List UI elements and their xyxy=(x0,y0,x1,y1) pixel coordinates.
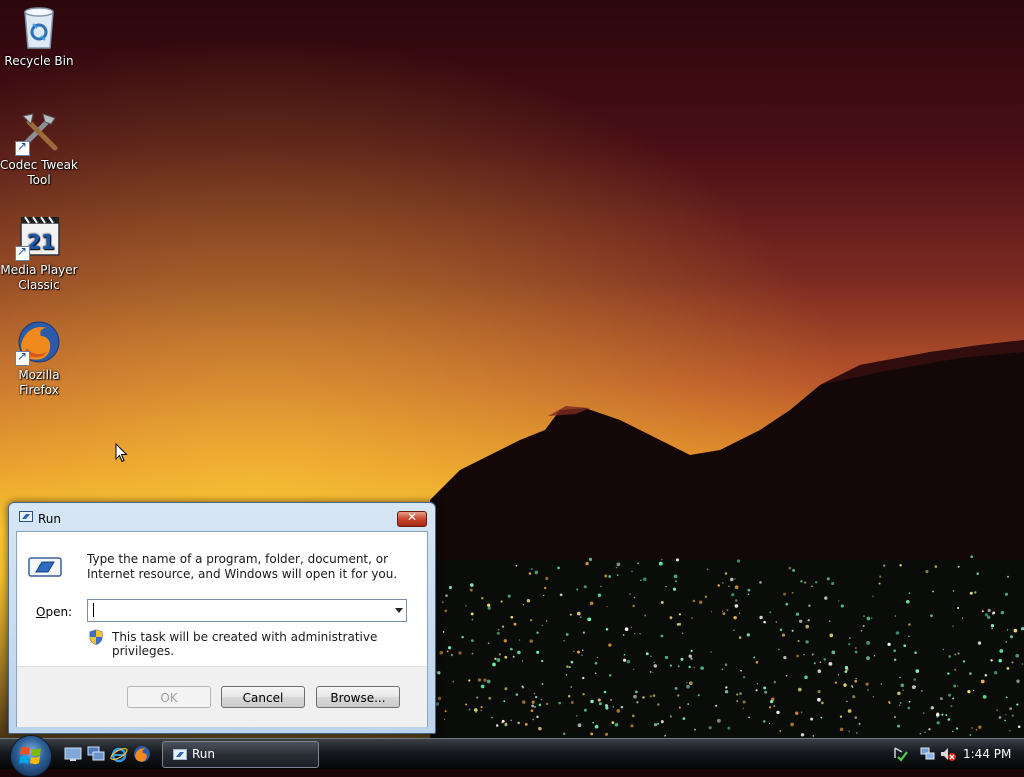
ok-button[interactable]: OK xyxy=(127,686,211,708)
dialog-titlebar[interactable]: Run ✕ xyxy=(9,503,435,531)
desktop-icon-label: Codec Tweak Tool xyxy=(0,158,78,187)
recycle-bin-icon xyxy=(15,4,63,52)
text-caret xyxy=(93,603,94,617)
admin-privileges-note: This task will be created with administr… xyxy=(112,630,378,658)
dialog-title: Run xyxy=(38,512,62,526)
volume-muted-icon[interactable] xyxy=(940,746,956,762)
taskbar: Run 1:44 PM xyxy=(0,735,1024,777)
desktop-icon-label: Mozilla Firefox xyxy=(18,368,60,397)
start-button[interactable] xyxy=(10,735,52,777)
tools-icon xyxy=(15,108,63,156)
taskbar-button-label: Run xyxy=(192,747,216,761)
run-icon xyxy=(173,749,187,760)
firefox-icon xyxy=(15,318,63,366)
run-icon xyxy=(19,511,33,522)
windows-logo-icon xyxy=(19,746,41,765)
system-tray: 1:44 PM xyxy=(884,739,1024,769)
open-label: Open: xyxy=(36,605,72,619)
svg-text:21: 21 xyxy=(27,230,55,254)
open-label-suffix: pen: xyxy=(45,605,73,619)
network-check-icon[interactable] xyxy=(892,746,908,762)
shortcut-arrow-icon xyxy=(15,349,30,366)
network-icon[interactable] xyxy=(920,746,936,762)
desktop-icon-media-player-classic[interactable]: 21 Media Player Classic xyxy=(0,213,78,293)
desktop-icon-label: Media Player Classic xyxy=(0,263,78,292)
desktop-icon-label: Recycle Bin xyxy=(4,54,74,68)
uac-shield-icon xyxy=(89,629,103,645)
taskbar-clock[interactable]: 1:44 PM xyxy=(963,747,1011,761)
desktop-icon-recycle-bin[interactable]: Recycle Bin xyxy=(0,4,78,69)
media-player-icon: 21 xyxy=(15,213,63,261)
open-input[interactable] xyxy=(90,601,390,618)
cancel-button[interactable]: Cancel xyxy=(221,686,305,708)
browse-button[interactable]: Browse... xyxy=(316,686,400,708)
run-program-icon xyxy=(28,557,62,577)
firefox-icon[interactable] xyxy=(133,745,151,763)
shortcut-arrow-icon xyxy=(15,244,30,261)
switch-windows-icon[interactable] xyxy=(87,745,105,763)
desktop-icon-mozilla-firefox[interactable]: Mozilla Firefox xyxy=(0,318,78,398)
dropdown-arrow-icon[interactable] xyxy=(390,600,406,621)
shortcut-arrow-icon xyxy=(15,139,30,156)
mouse-cursor-icon xyxy=(115,442,129,466)
open-combobox[interactable] xyxy=(87,599,407,622)
run-dialog[interactable]: Run ✕ Type the name of a program, folder… xyxy=(8,502,436,734)
desktop-icon-codec-tweak-tool[interactable]: Codec Tweak Tool xyxy=(0,108,78,188)
dialog-description: Type the name of a program, folder, docu… xyxy=(87,552,398,581)
taskbar-button-run[interactable]: Run xyxy=(162,741,319,768)
close-button[interactable]: ✕ xyxy=(397,510,427,527)
close-icon: ✕ xyxy=(406,510,418,524)
internet-explorer-icon[interactable] xyxy=(110,745,128,763)
show-desktop-icon[interactable] xyxy=(64,745,82,763)
